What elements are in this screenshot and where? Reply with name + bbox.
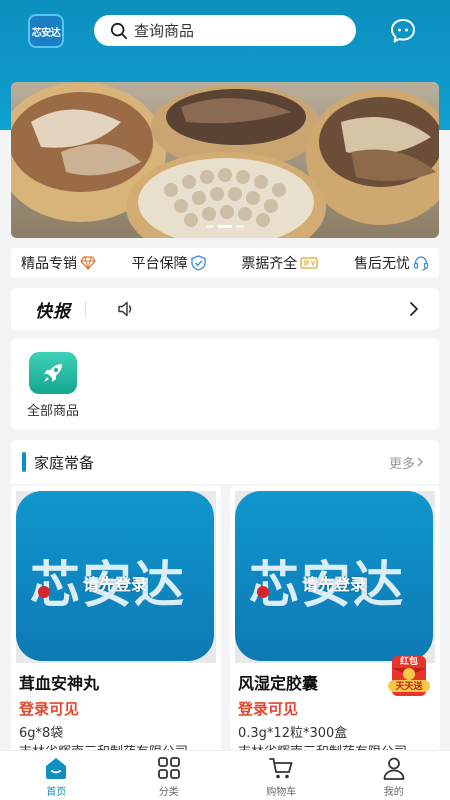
product-list: 芯安达 请先登录 茸血安神丸 登录可见 6g*8袋 吉林省辉南三和制药有限公司 … bbox=[11, 486, 440, 750]
product-spec: 0.3g*12粒*300盒 bbox=[238, 726, 348, 741]
guarantee-label: 平台保障 bbox=[131, 256, 188, 272]
search-icon bbox=[110, 22, 128, 39]
tab-label: 首页 bbox=[46, 787, 67, 798]
section-title: 家庭常备 bbox=[34, 453, 95, 472]
bottom-tab-bar: 首页 分类 购物车 我的 bbox=[0, 750, 450, 800]
shield-check-icon bbox=[191, 255, 206, 271]
news-ticker[interactable]: 快报 bbox=[11, 288, 439, 330]
guarantee-invoice: 票据齐全 bbox=[241, 253, 318, 273]
red-packet-line1: 红包 bbox=[400, 655, 418, 667]
guarantee-aftersales: 售后无忧 bbox=[354, 253, 429, 273]
app-logo-text: 芯安达 bbox=[31, 27, 61, 39]
product-price[interactable]: 登录可见 bbox=[238, 698, 298, 719]
login-required-overlay: 请先登录 bbox=[301, 575, 366, 594]
red-packet-float-button[interactable]: 红包 天天送 bbox=[386, 650, 432, 702]
banner-indicator bbox=[11, 225, 439, 228]
tab-label: 购物车 bbox=[266, 787, 297, 798]
chevron-right-icon bbox=[417, 457, 423, 467]
product-card[interactable]: 芯安达 请先登录 风湿定胶囊 登录可见 0.3g*12粒*300盒 吉林省辉南三… bbox=[230, 486, 440, 750]
news-ticker-title: 快报 bbox=[35, 301, 71, 322]
tab-cart[interactable]: 购物车 bbox=[225, 751, 338, 800]
tab-home[interactable]: 首页 bbox=[0, 751, 113, 800]
category-all-products[interactable]: 全部商品 bbox=[23, 352, 83, 419]
divider bbox=[85, 301, 86, 317]
tab-category[interactable]: 分类 bbox=[113, 751, 226, 800]
product-manufacturer: 吉林省辉南三和制药有限公司 bbox=[19, 741, 188, 750]
category-label: 全部商品 bbox=[26, 404, 79, 419]
tab-label: 我的 bbox=[383, 787, 404, 798]
user-icon bbox=[383, 757, 405, 780]
login-required-overlay: 请先登录 bbox=[82, 575, 147, 594]
guarantee-quality: 精品专销 bbox=[21, 253, 96, 273]
product-image[interactable]: 芯安达 请先登录 bbox=[16, 491, 216, 663]
brand-placeholder-image: 芯安达 请先登录 bbox=[235, 491, 433, 661]
section-header-family: 家庭常备 更多 bbox=[11, 440, 439, 484]
banner-image bbox=[11, 82, 439, 238]
red-packet-line2: 天天送 bbox=[395, 680, 423, 692]
section-accent-bar bbox=[22, 452, 26, 472]
product-manufacturer: 吉林省辉南三和制药有限公司 bbox=[238, 741, 407, 750]
product-image[interactable]: 芯安达 请先登录 bbox=[235, 491, 435, 663]
diamond-icon bbox=[80, 256, 96, 270]
headset-icon bbox=[413, 256, 429, 271]
invoice-icon bbox=[300, 257, 318, 269]
guarantee-platform: 平台保障 bbox=[132, 253, 206, 273]
banner-dot[interactable] bbox=[236, 225, 244, 228]
banner-dot[interactable] bbox=[206, 225, 214, 228]
product-name: 风湿定胶囊 bbox=[238, 674, 319, 693]
tab-label: 分类 bbox=[158, 787, 179, 798]
guarantee-label: 售后无忧 bbox=[353, 256, 410, 272]
speaker-icon bbox=[118, 301, 132, 317]
rocket-icon bbox=[29, 352, 77, 394]
product-spec: 6g*8袋 bbox=[19, 726, 64, 741]
tab-profile[interactable]: 我的 bbox=[338, 751, 450, 800]
more-link[interactable]: 更多 bbox=[389, 453, 425, 472]
banner-dot-active[interactable] bbox=[218, 225, 232, 228]
message-icon[interactable] bbox=[390, 18, 416, 44]
brand-placeholder-image: 芯安达 请先登录 bbox=[16, 491, 214, 661]
guarantee-label: 票据齐全 bbox=[241, 256, 298, 272]
product-card[interactable]: 芯安达 请先登录 茸血安神丸 登录可见 6g*8袋 吉林省辉南三和制药有限公司 bbox=[11, 486, 221, 750]
category-grid: 全部商品 bbox=[11, 338, 439, 430]
top-bar: 芯安达 查询商品 bbox=[0, 0, 450, 62]
chevron-right-icon[interactable] bbox=[405, 300, 423, 318]
more-label: 更多 bbox=[388, 456, 415, 472]
service-guarantees: 精品专销 平台保障 票据齐全 售后无忧 bbox=[11, 248, 439, 278]
search-bar[interactable]: 查询商品 bbox=[94, 15, 356, 46]
search-placeholder: 查询商品 bbox=[134, 22, 195, 40]
promo-banner[interactable] bbox=[11, 82, 439, 238]
product-price[interactable]: 登录可见 bbox=[19, 698, 79, 719]
product-name: 茸血安神丸 bbox=[19, 674, 100, 693]
app-logo[interactable]: 芯安达 bbox=[28, 14, 64, 48]
home-icon bbox=[46, 758, 67, 779]
category-icon bbox=[157, 757, 180, 779]
guarantee-label: 精品专销 bbox=[21, 256, 77, 272]
cart-icon bbox=[269, 758, 293, 779]
